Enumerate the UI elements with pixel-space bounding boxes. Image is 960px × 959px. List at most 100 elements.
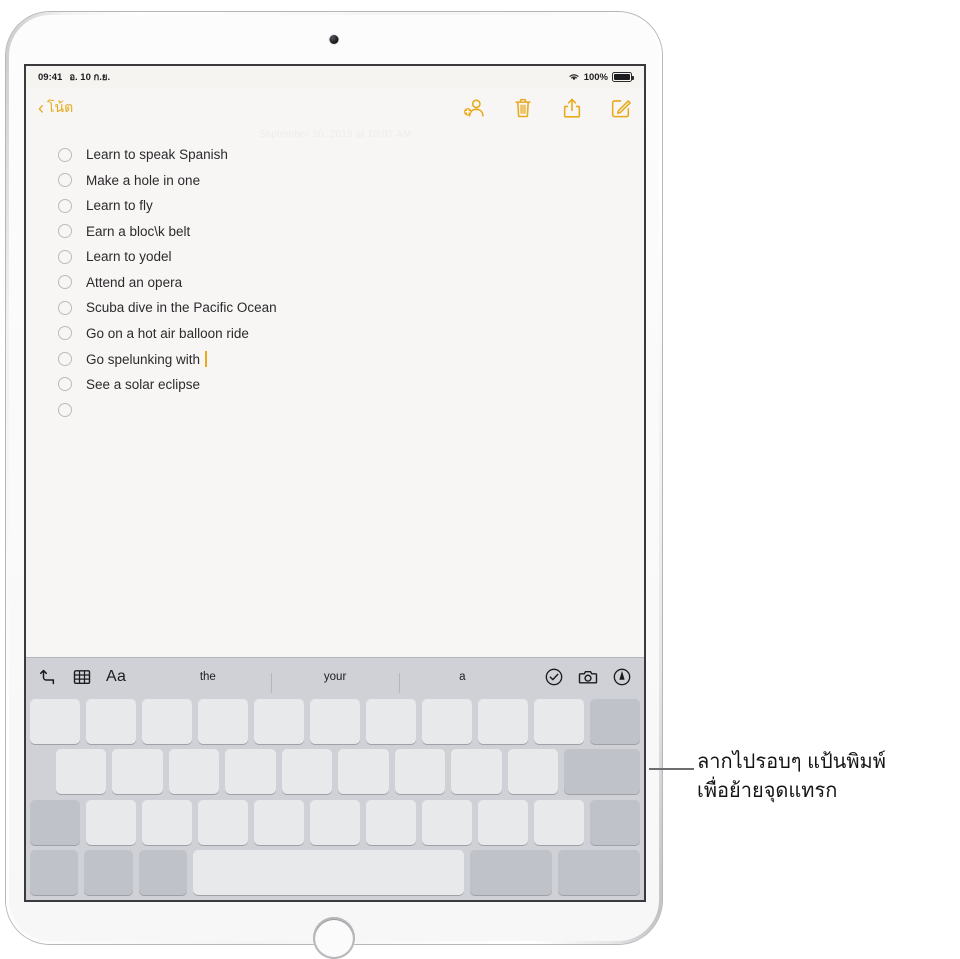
callout-leader-line	[649, 768, 694, 770]
checklist-item[interactable]: Earn a bloc\k belt	[58, 219, 644, 245]
checklist-item-label: Make a hole in one	[86, 172, 201, 188]
checklist-item[interactable]: See a solar eclipse	[58, 372, 644, 398]
key[interactable]	[198, 799, 248, 845]
key[interactable]	[534, 799, 584, 845]
checklist-item[interactable]: Go on a hot air balloon ride	[58, 321, 644, 347]
checklist-item[interactable]: Make a hole in one	[58, 168, 644, 194]
keyboard-toolbar: Aa the your a	[26, 658, 644, 696]
key[interactable]	[310, 699, 360, 744]
key[interactable]	[422, 799, 472, 845]
key[interactable]	[310, 799, 360, 845]
numbers-key-right[interactable]	[469, 849, 552, 895]
text-format-button[interactable]: Aa	[106, 668, 126, 686]
key[interactable]	[142, 699, 192, 744]
person-add-icon[interactable]	[463, 97, 485, 119]
keyboard-row-3	[30, 799, 640, 845]
key[interactable]	[478, 699, 528, 744]
checkbox-circle-icon[interactable]	[58, 402, 72, 417]
checkbox-circle-icon[interactable]	[58, 198, 72, 213]
trash-icon[interactable]	[512, 97, 534, 119]
prediction-candidate[interactable]: the	[144, 671, 271, 683]
keyboard-row-1	[30, 699, 640, 744]
checkbox-circle-icon[interactable]	[58, 377, 72, 392]
checkbox-circle-icon[interactable]	[58, 147, 72, 162]
note-body[interactable]: September 10, 2019 at 10:07 AM Learn to …	[26, 128, 644, 658]
checklist-item[interactable]: Learn to speak Spanish	[58, 142, 644, 168]
ipad-device-frame: 09:41 อ. 10 ก.ย. 100% ‹ โน้ต September 1…	[6, 12, 662, 959]
chevron-left-icon: ‹	[38, 98, 44, 118]
dismiss-keyboard-key[interactable]	[557, 849, 640, 895]
checkmark-circle-icon[interactable]	[544, 667, 564, 687]
status-bar-time: 09:41	[38, 71, 63, 83]
key[interactable]	[281, 749, 333, 795]
checklist-item-label: Learn to speak Spanish	[86, 147, 228, 163]
callout-annotation: ลากไปรอบๆ แป้นพิมพ์ เพื่อย้ายจุดแทรก	[697, 748, 947, 806]
nav-actions	[463, 97, 632, 119]
key[interactable]	[254, 799, 304, 845]
camera-icon[interactable]	[578, 667, 598, 687]
checklist-item[interactable]: Scuba dive in the Pacific Ocean	[58, 295, 644, 321]
checklist-item[interactable]: Attend an opera	[58, 270, 644, 296]
prediction-candidate[interactable]: your	[271, 671, 398, 693]
text-cursor	[205, 350, 208, 367]
key[interactable]	[451, 749, 502, 795]
checklist-item-label: Learn to fly	[86, 198, 153, 214]
key[interactable]	[366, 799, 416, 845]
key[interactable]	[112, 749, 163, 795]
share-icon[interactable]	[561, 97, 583, 119]
checklist: Learn to speak Spanish Make a hole in one…	[26, 140, 644, 423]
table-icon[interactable]	[72, 667, 92, 687]
key[interactable]	[198, 699, 248, 744]
home-button-icon[interactable]	[313, 917, 355, 959]
checkbox-circle-icon[interactable]	[58, 224, 72, 239]
checklist-item[interactable]: Learn to yodel	[58, 244, 644, 270]
battery-percent-label: 100%	[583, 71, 608, 83]
key[interactable]	[168, 749, 220, 795]
numbers-key[interactable]	[30, 849, 79, 895]
key[interactable]	[507, 749, 559, 795]
undo-arrow-icon[interactable]	[38, 667, 58, 687]
emoji-key[interactable]	[138, 849, 187, 895]
compose-icon[interactable]	[610, 97, 632, 119]
checkbox-circle-icon[interactable]	[58, 326, 72, 341]
checkbox-circle-icon[interactable]	[58, 275, 72, 290]
prediction-candidate[interactable]: a	[398, 671, 526, 693]
keyboard-keys	[26, 696, 644, 900]
status-bar: 09:41 อ. 10 ก.ย. 100%	[26, 66, 644, 88]
key[interactable]	[30, 699, 80, 744]
key[interactable]	[142, 799, 192, 845]
key[interactable]	[366, 699, 416, 744]
checkbox-circle-icon[interactable]	[58, 173, 72, 188]
key[interactable]	[394, 749, 446, 795]
back-to-notes-button[interactable]: ‹ โน้ต	[38, 97, 73, 119]
shift-key-right[interactable]	[590, 799, 640, 845]
globe-key[interactable]	[84, 849, 133, 895]
shift-key-left[interactable]	[30, 799, 80, 845]
keyboard-row-4	[30, 849, 640, 895]
key[interactable]	[254, 699, 304, 744]
key[interactable]	[422, 699, 472, 744]
key[interactable]	[225, 749, 276, 795]
key[interactable]	[478, 799, 528, 845]
keyboard-row-2	[30, 749, 640, 795]
key[interactable]	[338, 749, 389, 795]
checkbox-circle-icon[interactable]	[58, 351, 72, 366]
markup-pen-icon[interactable]	[612, 667, 632, 687]
return-key[interactable]	[564, 749, 640, 795]
checklist-item[interactable]: Go spelunking with	[58, 346, 644, 372]
space-key[interactable]	[192, 849, 464, 895]
checklist-item[interactable]: Learn to fly	[58, 193, 644, 219]
checklist-item-label: Learn to yodel	[86, 249, 172, 265]
key[interactable]	[56, 749, 107, 795]
key[interactable]	[86, 799, 136, 845]
battery-full-icon	[612, 72, 634, 82]
key[interactable]	[86, 699, 136, 744]
onscreen-keyboard: Aa the your a	[26, 657, 644, 900]
checkbox-circle-icon[interactable]	[58, 249, 72, 264]
checklist-item[interactable]	[58, 397, 644, 423]
navigation-bar: ‹ โน้ต	[26, 88, 644, 128]
key[interactable]	[534, 699, 584, 744]
back-button-label: โน้ต	[47, 99, 74, 115]
checkbox-circle-icon[interactable]	[58, 300, 72, 315]
delete-key[interactable]	[590, 699, 640, 744]
